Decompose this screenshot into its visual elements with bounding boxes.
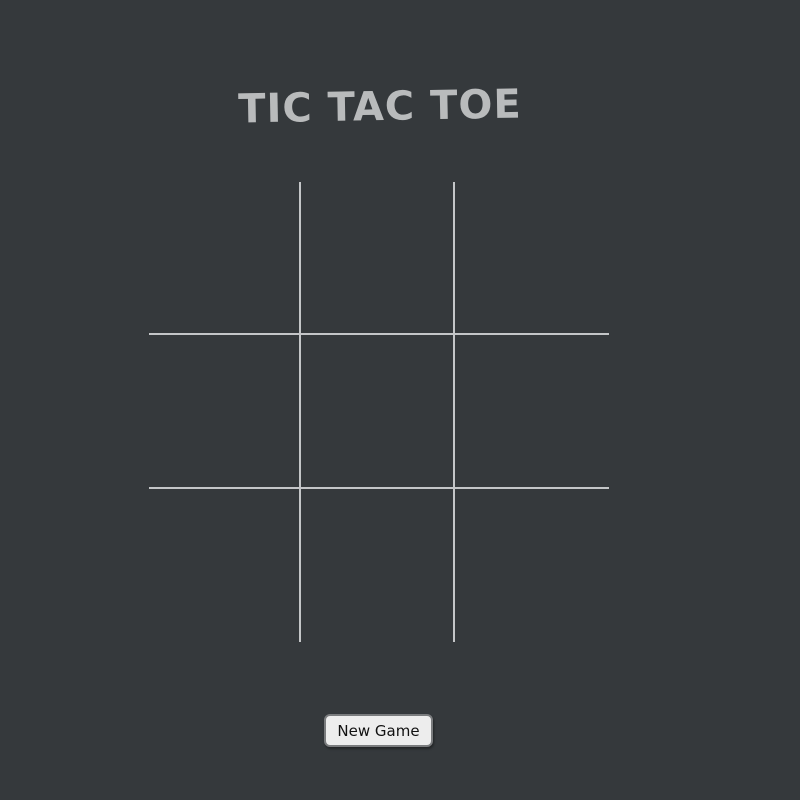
grid-line-vertical-2 [453, 182, 455, 642]
board-cell-2-2[interactable] [302, 335, 452, 485]
board-cell-2-3[interactable] [456, 335, 606, 485]
board-cell-3-1[interactable] [149, 489, 299, 639]
new-game-button[interactable]: New Game [324, 714, 433, 747]
board-cell-1-2[interactable] [302, 182, 452, 332]
board-cell-3-2[interactable] [302, 489, 452, 639]
grid-line-horizontal-1 [149, 333, 609, 335]
board-cell-1-1[interactable] [149, 182, 299, 332]
game-page: { "title": "TIC TAC TOE", "board": { "ro… [0, 0, 800, 800]
board-cell-2-1[interactable] [149, 335, 299, 485]
board-cell-3-3[interactable] [456, 489, 606, 639]
board-cell-1-3[interactable] [456, 182, 606, 332]
game-board [149, 182, 609, 642]
game-title: TIC TAC TOE [237, 81, 523, 133]
grid-line-horizontal-2 [149, 487, 609, 489]
grid-line-vertical-1 [299, 182, 301, 642]
